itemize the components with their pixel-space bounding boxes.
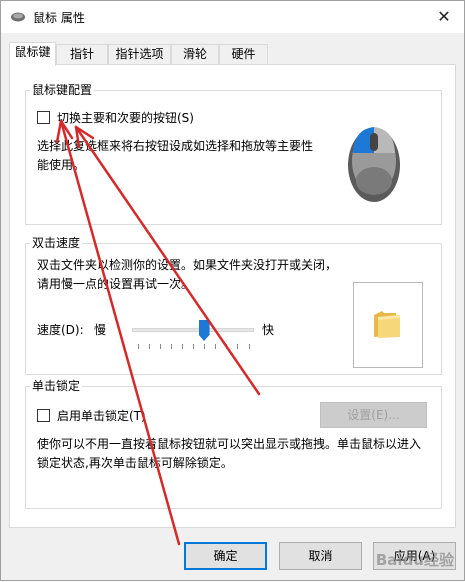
- click-lock-group: 单击锁定 启用单击锁定(T) 设置(E)... 使你可以不用一直按着鼠标按钮就可…: [25, 379, 442, 509]
- click-lock-description: 使你可以不用一直按着鼠标按钮就可以突出显示或拖拽。单击鼠标以进入锁定状态,再次单…: [37, 437, 422, 470]
- mouse-properties-window: 鼠标 属性 ✕ 鼠标键 指针 指针选项 滑轮 硬件 鼠标键配置 切换主要和次要的…: [0, 0, 465, 581]
- slider-tick: [148, 344, 150, 349]
- title-bar: 鼠标 属性 ✕: [1, 1, 464, 33]
- slider-tick: [193, 344, 194, 349]
- close-icon: ✕: [437, 7, 451, 26]
- tab-pointer-options[interactable]: 指针选项: [108, 44, 171, 65]
- double-click-title: 双击速度: [30, 236, 83, 250]
- tab-buttons[interactable]: 鼠标键: [9, 42, 56, 66]
- tab-label: 指针选项: [115, 47, 164, 61]
- slider-tick: [170, 344, 172, 349]
- watermark: Baidu经验: [375, 551, 454, 569]
- slow-label: 慢: [94, 323, 107, 337]
- close-button[interactable]: ✕: [432, 5, 456, 29]
- slider-tick: [226, 344, 228, 349]
- tab-wheel[interactable]: 滑轮: [171, 44, 219, 65]
- slider-thumb[interactable]: [198, 320, 210, 341]
- tab-label: 滑轮: [182, 47, 207, 61]
- click-lock-settings-button[interactable]: 设置(E)...: [320, 402, 427, 428]
- click-lock-title: 单击锁定: [30, 379, 83, 393]
- fast-label: 快: [262, 323, 275, 337]
- tab-pointers[interactable]: 指针: [56, 44, 108, 65]
- slider-track: [132, 328, 254, 332]
- test-folder-area[interactable]: [353, 282, 423, 368]
- slider-tick: [159, 344, 161, 349]
- tab-panel-buttons: 鼠标键配置 切换主要和次要的按钮(S) 选择此复选框来将右按钮设成如选择和拖放等…: [9, 64, 456, 528]
- click-lock-checkbox[interactable]: [37, 409, 50, 422]
- slider-tick: [215, 344, 217, 349]
- slider-tick: [204, 344, 206, 349]
- switch-buttons-checkbox[interactable]: [37, 111, 50, 124]
- slider-tick: [248, 344, 250, 349]
- button-config-description: 选择此复选框来将右按钮设成如选择和拖放等主要性能使用。: [37, 139, 314, 172]
- speed-label: 速度(D):: [37, 323, 84, 337]
- tab-label: 鼠标键: [14, 45, 51, 59]
- cancel-button[interactable]: 取消: [279, 542, 362, 570]
- folder-icon[interactable]: [372, 309, 404, 339]
- speed-slider[interactable]: [132, 320, 254, 350]
- mouse-app-icon: [11, 12, 25, 22]
- button-config-group: 鼠标键配置 切换主要和次要的按钮(S) 选择此复选框来将右按钮设成如选择和拖放等…: [25, 83, 442, 225]
- slider-tick: [237, 344, 239, 349]
- button-config-title: 鼠标键配置: [30, 83, 95, 97]
- window-title: 鼠标 属性: [33, 11, 85, 25]
- tab-label: 硬件: [231, 47, 256, 61]
- slider-tick: [137, 344, 139, 349]
- mouse-illustration-icon: [348, 127, 400, 202]
- tab-hardware[interactable]: 硬件: [219, 44, 268, 65]
- double-click-description: 双击文件夹以检测你的设置。如果文件夹没打开或关闭，请用慢一点的设置再试一次。: [37, 258, 338, 291]
- double-click-group: 双击速度 双击文件夹以检测你的设置。如果文件夹没打开或关闭，请用慢一点的设置再试…: [25, 236, 442, 375]
- click-lock-label: 启用单击锁定(T): [57, 409, 146, 423]
- slider-tick: [181, 344, 183, 349]
- switch-buttons-label: 切换主要和次要的按钮(S): [57, 111, 194, 125]
- tab-label: 指针: [69, 47, 94, 61]
- ok-button[interactable]: 确定: [184, 542, 267, 570]
